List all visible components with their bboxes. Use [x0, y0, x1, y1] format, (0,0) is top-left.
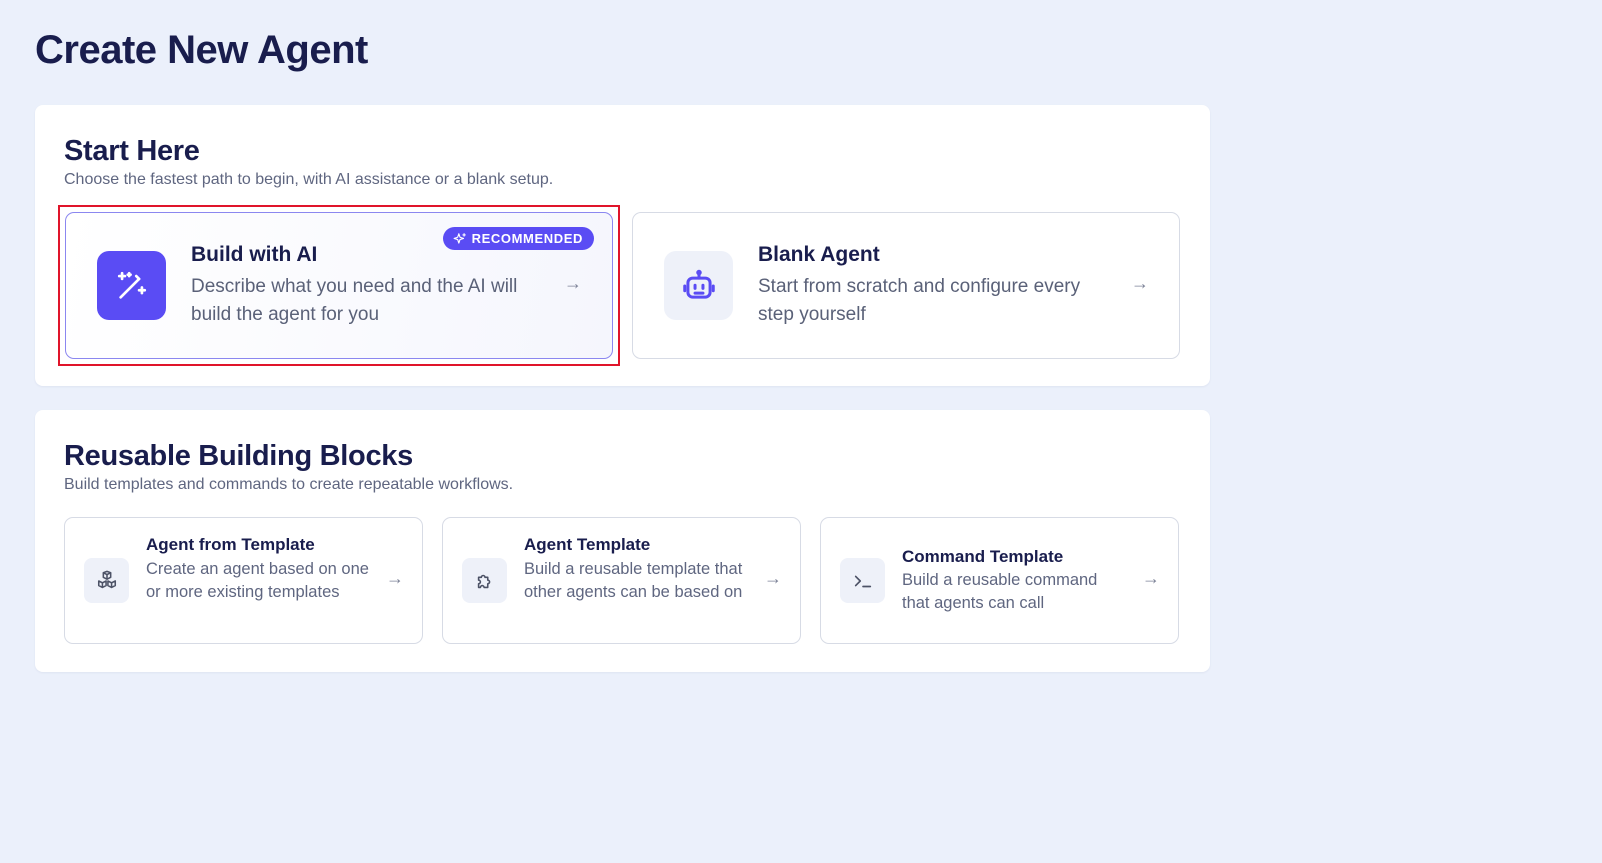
agent-from-template-title: Agent from Template [146, 535, 315, 554]
arrow-right-icon: → [386, 568, 404, 588]
start-here-panel: Start Here Choose the fastest path to be… [35, 105, 1210, 386]
command-template-title: Command Template [902, 547, 1064, 566]
arrow-right-icon: → [1131, 273, 1149, 293]
arrow-right-icon: → [564, 273, 582, 293]
start-here-subtitle: Choose the fastest path to begin, with A… [64, 171, 554, 188]
build-with-ai-card[interactable]: Build with AI Describe what you need and… [65, 212, 613, 359]
command-template-card[interactable]: Command Template Build a reusable comman… [820, 517, 1179, 644]
agent-template-card[interactable]: Agent Template Build a reusable template… [442, 517, 801, 644]
agent-template-title: Agent Template [524, 535, 651, 554]
agent-from-template-card[interactable]: Agent from Template Create an agent base… [64, 517, 423, 644]
start-here-title: Start Here [64, 135, 200, 167]
building-blocks-title: Reusable Building Blocks [64, 440, 413, 472]
build-with-ai-title: Build with AI [191, 243, 318, 266]
arrow-right-icon: → [1142, 568, 1160, 588]
create-agent-page: Create New Agent Start Here Choose the f… [0, 0, 1602, 863]
command-template-description: Build a reusable command that agents can… [902, 571, 1098, 612]
boxes-icon [84, 558, 129, 603]
agent-template-description: Build a reusable template that other age… [524, 560, 743, 601]
robot-icon [664, 251, 733, 320]
recommended-badge-label: RECOMMENDED [471, 231, 583, 246]
terminal-icon [840, 558, 885, 603]
magic-wand-icon [97, 251, 166, 320]
build-with-ai-description: Describe what you need and the AI will b… [191, 276, 518, 325]
building-blocks-panel: Reusable Building Blocks Build templates… [35, 410, 1210, 672]
agent-from-template-description: Create an agent based on one or more exi… [146, 560, 369, 601]
recommended-badge: RECOMMENDED [442, 227, 594, 250]
blank-agent-title: Blank Agent [758, 243, 880, 266]
sparkles-icon [453, 232, 466, 244]
page-title: Create New Agent [35, 28, 368, 72]
blank-agent-card[interactable]: Blank Agent Start from scratch and confi… [632, 212, 1180, 359]
arrow-right-icon: → [764, 568, 782, 588]
blank-agent-description: Start from scratch and configure every s… [758, 276, 1081, 325]
building-blocks-subtitle: Build templates and commands to create r… [64, 476, 514, 493]
puzzle-icon [462, 558, 507, 603]
